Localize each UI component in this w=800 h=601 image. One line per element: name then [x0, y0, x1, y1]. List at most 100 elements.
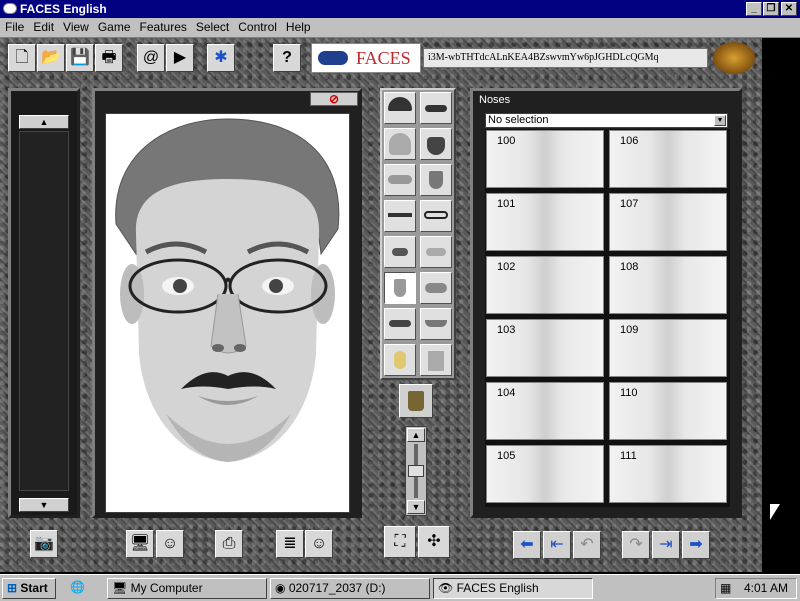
head-shape-icon[interactable] [384, 128, 416, 160]
panel-title: Noses [479, 94, 511, 106]
face-report-icon[interactable]: ☺ [305, 530, 333, 558]
nose-option-102[interactable]: 102 [486, 256, 604, 314]
nose-option-100[interactable]: 100 [486, 130, 604, 188]
nose-option-106[interactable]: 106 [609, 130, 727, 188]
scroll-up-button[interactable]: ▲ [19, 115, 69, 129]
neck-icon[interactable] [420, 344, 452, 376]
logo-text: FACES [356, 48, 411, 68]
system-tray: ▦ 4:01 AM [715, 578, 797, 599]
window-title: FACES English [20, 2, 107, 16]
mouse-cursor-icon [770, 504, 780, 520]
nose-option-104[interactable]: 104 [486, 382, 604, 440]
nose-option-108[interactable]: 108 [609, 256, 727, 314]
undo-icon[interactable]: ↶ [573, 531, 601, 559]
first-page-icon[interactable]: ⇤ [543, 531, 571, 559]
quick-launch-icon[interactable]: 🌐 [70, 580, 88, 596]
mouth-icon[interactable] [420, 236, 452, 268]
puzzle-icon[interactable]: ✱ [207, 44, 235, 72]
chevron-down-icon[interactable]: ▼ [714, 115, 726, 126]
tray-app-icon[interactable]: ▦ [720, 579, 731, 598]
nose-option-101[interactable]: 101 [486, 193, 604, 251]
maximize-button[interactable]: ❐ [763, 2, 779, 16]
noses-panel: Noses No selection ▼ 100 106 101 107 102… [470, 88, 742, 518]
task-my-computer[interactable]: 🖥 My Computer [107, 578, 267, 599]
play-icon[interactable]: ▶ [166, 44, 194, 72]
nose-option-107[interactable]: 107 [609, 193, 727, 251]
spiral-icon[interactable]: @ [137, 44, 165, 72]
menu-edit[interactable]: Edit [28, 18, 58, 34]
monitor-icon[interactable]: 🖥 [126, 530, 154, 558]
portrait-icon[interactable]: ☺ [156, 530, 184, 558]
help-icon[interactable]: ? [273, 44, 301, 72]
lips-icon[interactable] [384, 164, 416, 196]
open-folder-icon[interactable]: 📂 [37, 44, 65, 72]
hair-icon[interactable] [384, 92, 416, 124]
mouth-open-icon[interactable] [384, 308, 416, 340]
face-canvas[interactable] [105, 113, 350, 513]
print-preview-icon[interactable]: ⎙ [215, 530, 243, 558]
last-page-icon[interactable]: ⇥ [652, 531, 680, 559]
nose-option-111[interactable]: 111 [609, 445, 727, 503]
menu-game[interactable]: Game [93, 18, 135, 34]
menu-file[interactable]: File [0, 18, 28, 34]
composite-panel: ⊘ [92, 88, 362, 518]
menu-bar: File Edit View Game Features Select Control Hel… [0, 18, 800, 38]
task-faces[interactable]: 👁 FACES English [433, 578, 593, 599]
chin-icon[interactable] [420, 164, 452, 196]
nose-option-103[interactable]: 103 [486, 319, 604, 377]
dropdown-value: No selection [488, 114, 549, 126]
redo-icon[interactable]: ↷ [622, 531, 650, 559]
arrow-right-icon[interactable]: ➡ [682, 531, 710, 559]
brand-medallion-icon [713, 42, 755, 74]
slider-thumb[interactable] [408, 465, 424, 477]
nose-grid: 100 106 101 107 102 108 103 109 104 110 … [485, 129, 730, 507]
start-button[interactable]: ⊞ Start [2, 578, 56, 599]
beard-icon[interactable] [420, 128, 452, 160]
task-drive[interactable]: ◉ 020717_2037 (D:) [270, 578, 430, 599]
minimize-button[interactable]: _ [746, 2, 762, 16]
nose-option-110[interactable]: 110 [609, 382, 727, 440]
nose-select-dropdown[interactable]: No selection ▼ [485, 113, 728, 128]
trash-icon[interactable] [399, 384, 433, 418]
feature-buttons-panel [380, 88, 456, 380]
eyebrows-icon[interactable] [384, 200, 416, 232]
menu-view[interactable]: View [58, 18, 93, 34]
title-bar: FACES English _ ❐ ✕ [0, 0, 800, 18]
glasses-icon[interactable] [420, 200, 452, 232]
print-icon[interactable]: 🖶 [95, 44, 123, 72]
expand-icon[interactable]: ⛶ [384, 526, 416, 558]
nose-icon[interactable] [384, 272, 416, 304]
menu-control[interactable]: Control [233, 18, 281, 34]
moustache-icon[interactable] [420, 92, 452, 124]
new-file-icon[interactable]: 🗋 [8, 44, 36, 72]
collapse-icon[interactable]: ✣ [418, 526, 450, 558]
feature-slider[interactable]: ▲ ▼ [405, 426, 427, 516]
clear-face-icon[interactable]: ⊘ [310, 92, 358, 106]
clock: 4:01 AM [744, 581, 789, 595]
lips-alt-icon[interactable] [420, 272, 452, 304]
face-list-panel: ▲ ▼ [8, 88, 80, 518]
slider-up-button[interactable]: ▲ [407, 428, 425, 442]
report-icon[interactable]: ≣ [276, 530, 304, 558]
nose-option-105[interactable]: 105 [486, 445, 604, 503]
close-button[interactable]: ✕ [781, 2, 797, 16]
arrow-left-icon[interactable]: ⬅ [513, 531, 541, 559]
nose-option-109[interactable]: 109 [609, 319, 727, 377]
menu-features[interactable]: Features [135, 18, 191, 34]
composite-face [115, 118, 340, 462]
scroll-down-button[interactable]: ▼ [19, 498, 69, 512]
ear-icon[interactable] [384, 344, 416, 376]
face-list[interactable] [19, 131, 69, 491]
app-icon [3, 3, 17, 14]
smile-icon[interactable] [420, 308, 452, 340]
menu-help[interactable]: Help [281, 18, 315, 34]
faces-logo: FACES [311, 43, 421, 73]
slider-down-button[interactable]: ▼ [407, 500, 425, 514]
eyes-icon[interactable] [384, 236, 416, 268]
taskbar: ⊞ Start 🌐 🖥 My Computer ◉ 020717_2037 (D… [0, 574, 800, 601]
save-disk-icon[interactable]: 💾 [66, 44, 94, 72]
menu-select[interactable]: Select [191, 18, 233, 34]
logo-eye-icon [318, 51, 348, 65]
camera-icon[interactable]: 📷 [30, 530, 58, 558]
serial-code: i3M-wbTHTdcALnKEA4BZswvmYw6pJGHDLcQGMq [423, 48, 708, 68]
